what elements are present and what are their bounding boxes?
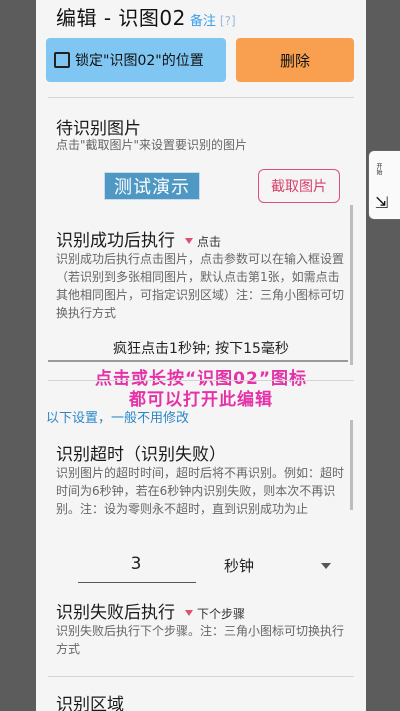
dropdown-triangle-icon[interactable] [185,238,193,244]
divider [48,97,354,98]
dialog-header: 编辑 - 识图02 备注 [?] [56,2,236,32]
edit-dialog: 编辑 - 识图02 备注 [?] 锁定"识图02"的位置 删除 待识别图片 点击… [36,0,366,711]
divider [48,676,354,677]
region-section-title: 识别区域 [56,695,124,711]
success-section-desc: 识别成功后执行点击图片，点击参数可以在输入框设置（若识别到多张相同图片，默认点击… [56,252,345,320]
note-link[interactable]: 备注 [190,10,216,29]
floating-control-label: 开始 [375,163,382,175]
timeout-section-desc: 识别图片的超时时间，超时后将不再识别。例如：超时时间为6秒钟，若在6秒钟内识别失… [56,466,345,516]
delete-button[interactable]: 删除 [236,38,354,82]
image-section-desc: 点击"截取图片"来设置要识别的图片 [56,138,248,152]
success-title-text: 识别成功后执行 [56,231,175,251]
fail-action-option[interactable]: 下个步骤 [197,607,245,621]
timeout-unit-select[interactable]: 秒钟 [224,555,254,576]
collapse-arrow-icon: ⇲ [375,193,389,212]
advanced-settings-hint: 以下设置，一般不用修改 [46,411,190,426]
timeout-value-input[interactable]: 3 [76,554,196,574]
click-param-underline [48,360,348,362]
lock-position-button[interactable]: 锁定"识图02"的位置 [46,38,226,82]
divider [48,380,354,381]
capture-image-button[interactable]: 截取图片 [258,169,340,203]
dropdown-triangle-icon[interactable] [185,610,193,616]
success-action-option[interactable]: 点击 [197,235,221,249]
floating-control-button[interactable]: 开始 ⇲ [368,150,400,220]
background-left [0,0,36,711]
help-icon[interactable]: [?] [220,14,236,28]
dialog-title: 编辑 - 识图02 [56,6,186,30]
timeout-input-underline [78,582,196,583]
timeout-section-title: 识别超时（识别失败） [56,445,226,465]
fail-section-desc: 识别失败后执行下个步骤。注：三角小图标可切换执行方式 [56,624,345,656]
click-param-input[interactable]: 疯狂点击1秒钟; 按下15毫秒 [36,338,366,358]
success-section-title: 识别成功后执行 点击 [56,226,221,251]
fail-section-title: 识别失败后执行 下个步骤 [56,598,245,623]
lock-checkbox[interactable] [54,52,70,68]
test-demo-button[interactable]: 测试演示 [104,172,200,200]
scrollbar-track[interactable] [350,420,353,510]
background-right [366,0,400,711]
capture-image-label: 截取图片 [271,179,327,195]
lock-position-label: 锁定"识图02"的位置 [75,53,204,69]
unit-dropdown-icon[interactable] [321,563,331,569]
fail-title-text: 识别失败后执行 [56,603,175,623]
delete-label: 删除 [279,51,310,70]
